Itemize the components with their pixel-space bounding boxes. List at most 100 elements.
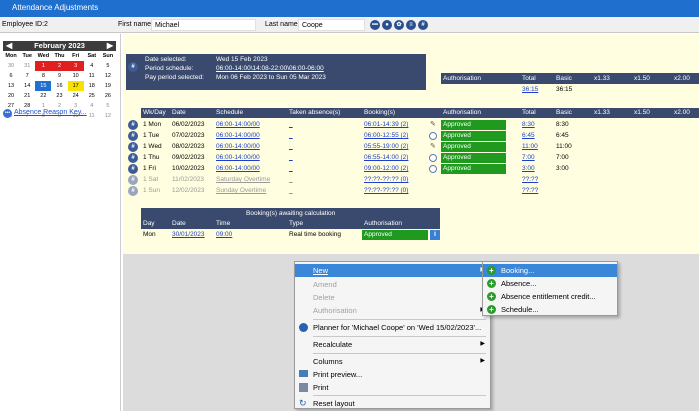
calendar-day[interactable]: 12 — [100, 71, 116, 81]
row-total-link[interactable]: 7:00 — [522, 154, 535, 161]
menu-planner[interactable]: Planner for 'Michael Coope' on 'Wed 15/0… — [295, 321, 490, 334]
calendar-day[interactable]: 23 — [51, 91, 67, 101]
calendar-day[interactable]: 4 — [84, 61, 100, 71]
row-schedule-link[interactable]: 06:00-14:00/00 — [216, 132, 260, 139]
row-total-link[interactable]: 6:45 — [522, 132, 535, 139]
row-total-link[interactable]: 3:00 — [522, 165, 535, 172]
row-taken-link[interactable]: _ — [289, 176, 293, 183]
calendar-day[interactable]: 19 — [100, 81, 116, 91]
row-hash-icon[interactable]: # — [128, 153, 138, 163]
calendar-day[interactable]: 11 — [84, 71, 100, 81]
calendar-icon[interactable]: ≡ — [406, 20, 416, 30]
row-schedule-link[interactable]: 06:00-14:00/00 — [216, 121, 260, 128]
calendar-day[interactable]: 5 — [100, 101, 116, 111]
menu-amend[interactable]: Amend — [295, 278, 490, 291]
row-taken-link[interactable]: _ — [289, 154, 293, 161]
calendar-day[interactable]: 5 — [100, 61, 116, 71]
awaiting-time[interactable]: 09:00 — [216, 231, 232, 238]
row-taken-link[interactable]: _ — [289, 187, 293, 194]
calendar-day[interactable]: 30 — [3, 61, 19, 71]
row-auth-status[interactable]: Approved — [441, 164, 506, 174]
calendar-day[interactable]: 12 — [100, 111, 116, 121]
menu-recalculate[interactable]: Recalculate ▶ — [295, 338, 490, 351]
menu-new[interactable]: New▶ — [295, 264, 490, 277]
calendar-day[interactable]: 24 — [68, 91, 84, 101]
row-schedule-link[interactable]: Sunday Overtime — [216, 187, 266, 194]
row-taken-link[interactable]: _ — [289, 121, 293, 128]
info-icon[interactable]: i — [430, 230, 440, 240]
calendar-day[interactable]: 31 — [19, 61, 35, 71]
row-taken-link[interactable]: _ — [289, 143, 293, 150]
submenu-entitlement[interactable]: + Absence entitlement credit... — [483, 290, 617, 303]
menu-authorisation[interactable]: Authorisation▶ — [295, 304, 490, 317]
calendar-day[interactable]: 21 — [19, 91, 35, 101]
gear-icon[interactable]: ✿ — [394, 20, 404, 30]
clock-icon[interactable] — [429, 154, 437, 162]
calendar-day[interactable]: 18 — [84, 81, 100, 91]
totals-total-value[interactable]: 36:15 — [522, 86, 538, 93]
row-booking-link[interactable]: 06:01-14:39 (2) — [364, 121, 408, 128]
row-auth-status[interactable]: Approved — [441, 153, 506, 163]
row-hash-icon[interactable]: # — [128, 142, 138, 152]
calendar-day[interactable]: 26 — [100, 91, 116, 101]
row-booking-link[interactable]: ??:??-??:?? (0) — [364, 187, 408, 194]
calendar-day[interactable]: 15 — [35, 81, 52, 91]
calendar-day[interactable]: 8 — [35, 71, 51, 81]
more-options-icon[interactable]: ••• — [370, 20, 380, 30]
hash-icon[interactable]: # — [418, 20, 428, 30]
row-total-link[interactable]: ??:?? — [522, 176, 538, 183]
row-taken-link[interactable]: _ — [289, 132, 293, 139]
calendar-day[interactable]: 1 — [35, 61, 52, 71]
menu-columns[interactable]: Columns ▶ — [295, 355, 490, 368]
calendar-day[interactable]: 13 — [3, 81, 19, 91]
first-name-field[interactable]: Michael — [151, 19, 256, 31]
menu-print-preview[interactable]: Print preview... — [295, 368, 490, 381]
row-hash-icon[interactable]: # — [128, 120, 138, 130]
submenu-booking[interactable]: + Booking... — [483, 264, 617, 277]
calendar-day[interactable]: 6 — [3, 71, 19, 81]
calendar-day[interactable]: 14 — [19, 81, 35, 91]
awaiting-date[interactable]: 30/01/2023 — [172, 231, 205, 238]
row-schedule-link[interactable]: 06:00-14:00/00 — [216, 154, 260, 161]
clock-icon[interactable] — [429, 132, 437, 140]
summary-hash-icon[interactable]: # — [128, 62, 138, 72]
calendar-day[interactable]: 2 — [51, 61, 68, 71]
row-booking-link[interactable]: 09:00-12:00 (2) — [364, 165, 408, 172]
row-auth-status[interactable]: Approved — [441, 142, 506, 152]
calendar-day[interactable]: 25 — [84, 91, 100, 101]
calendar-day[interactable]: 22 — [35, 91, 51, 101]
edit-pencil-icon[interactable]: ✎ — [430, 142, 436, 150]
submenu-schedule[interactable]: + Schedule... — [483, 303, 617, 316]
calendar-day[interactable]: 17 — [67, 81, 84, 91]
absence-reason-key-link[interactable]: Absence Reason Key... — [14, 109, 87, 116]
row-hash-icon[interactable]: # — [128, 175, 138, 185]
row-auth-status[interactable]: Approved — [441, 120, 506, 130]
menu-reset-layout[interactable]: ↻ Reset layout — [295, 397, 490, 410]
row-booking-link[interactable]: 06:55-14:00 (2) — [364, 154, 408, 161]
awaiting-auth-status[interactable]: Approved — [362, 230, 428, 240]
row-schedule-link[interactable]: Saturday Overtime — [216, 176, 270, 183]
row-total-link[interactable]: 8:30 — [522, 121, 535, 128]
row-hash-icon[interactable]: # — [128, 131, 138, 141]
row-booking-link[interactable]: 05:55-19:00 (2) — [364, 143, 408, 150]
row-schedule-link[interactable]: 06:00-14:00/00 — [216, 143, 260, 150]
row-total-link[interactable]: ??:?? — [522, 187, 538, 194]
row-total-link[interactable]: 11:00 — [522, 143, 538, 150]
calendar-day[interactable]: 7 — [19, 71, 35, 81]
calendar-day[interactable]: 3 — [67, 61, 84, 71]
menu-print[interactable]: Print — [295, 381, 490, 394]
row-schedule-link[interactable]: 06:00-14:00/00 — [216, 165, 260, 172]
edit-pencil-icon[interactable]: ✎ — [430, 120, 436, 128]
prev-month-icon[interactable]: ◀ — [6, 41, 12, 51]
person-icon[interactable]: ● — [382, 20, 392, 30]
last-name-field[interactable]: Coope — [298, 19, 365, 31]
row-hash-icon[interactable]: # — [128, 186, 138, 196]
submenu-absence[interactable]: + Absence... — [483, 277, 617, 290]
row-hash-icon[interactable]: # — [128, 164, 138, 174]
row-booking-link[interactable]: ??:??-??:?? (0) — [364, 176, 408, 183]
calendar-day[interactable]: 20 — [3, 91, 19, 101]
row-booking-link[interactable]: 06:00-12:55 (2) — [364, 132, 408, 139]
menu-delete[interactable]: Delete — [295, 291, 490, 304]
calendar-day[interactable]: 9 — [51, 71, 67, 81]
calendar-day[interactable]: 10 — [68, 71, 84, 81]
